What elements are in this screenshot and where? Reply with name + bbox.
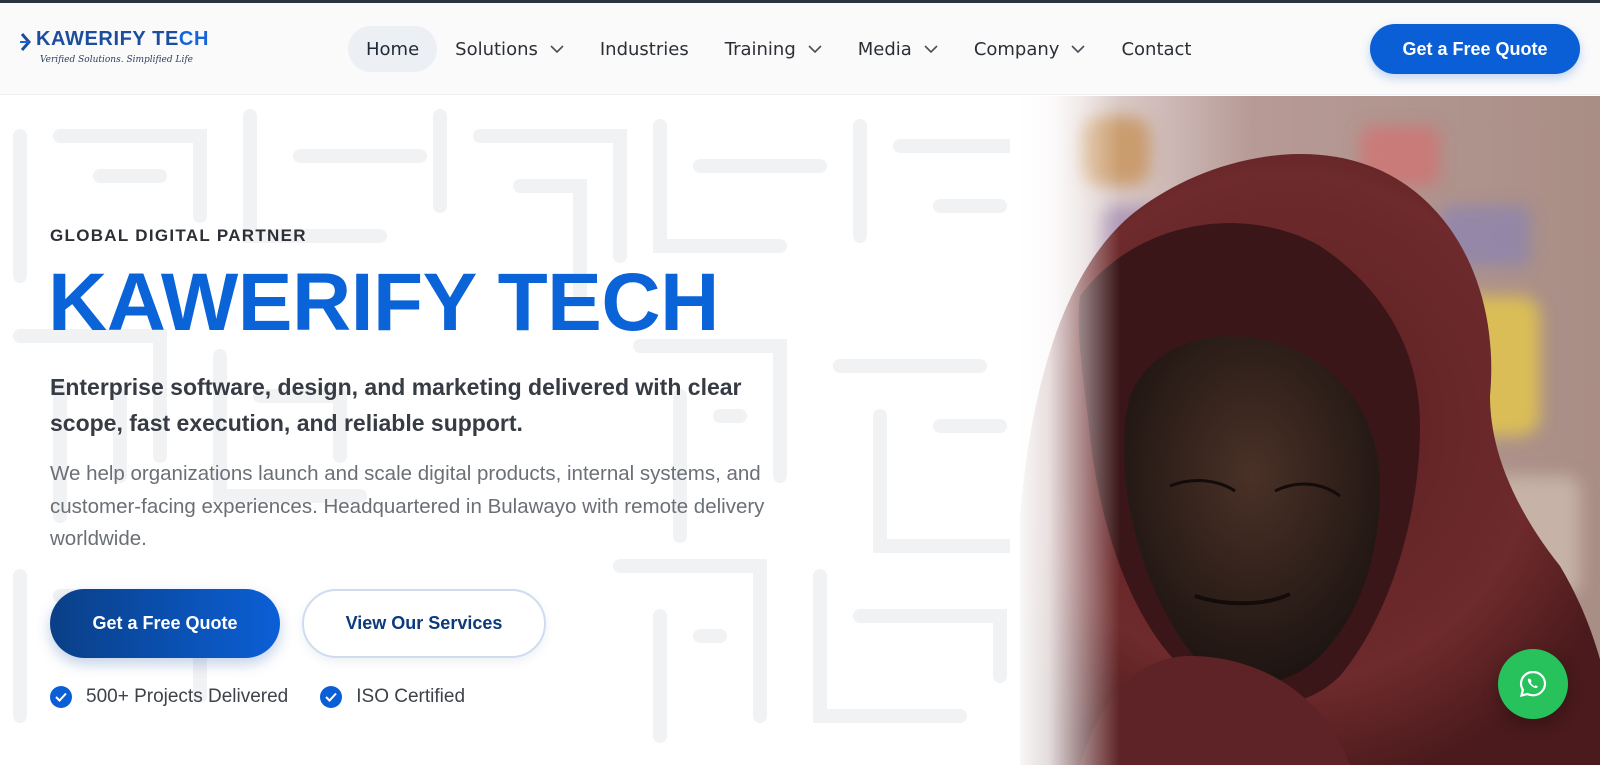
nav-label: Training [724,38,796,60]
chevron-down-icon [924,45,938,53]
get-quote-button[interactable]: Get a Free Quote [50,589,280,658]
brand-logo[interactable]: KAWERIFY TECH Verified Solutions. Simpli… [20,27,220,73]
nav-label: Solutions [455,38,538,60]
image-fade-overlay [1010,96,1120,765]
logo-wordmark: KAWERIFY TECH [36,28,210,50]
trust-badges: 500+ Projects Delivered ISO Certified [50,686,497,708]
nav-label: Company [973,38,1060,60]
check-circle-icon [320,686,343,708]
hero-eyebrow: GLOBAL DIGITAL PARTNER [50,226,307,245]
nav-label: Contact [1121,38,1192,60]
badge-projects: 500+ Projects Delivered [50,686,288,708]
nav-training[interactable]: Training [707,26,840,72]
site-header: KAWERIFY TECH Verified Solutions. Simpli… [0,3,1600,95]
whatsapp-icon [1519,670,1547,698]
badge-label: ISO Certified [356,686,466,707]
nav-label: Industries [599,38,689,60]
whatsapp-chat-button[interactable] [1498,649,1568,719]
nav-home[interactable]: Home [348,26,438,72]
nav-industries[interactable]: Industries [582,26,707,72]
hero-title: KAWERIFY TECH [48,257,719,348]
header-get-quote-button[interactable]: Get a Free Quote [1370,24,1580,74]
chevron-down-icon [808,45,822,53]
view-services-button[interactable]: View Our Services [302,589,546,658]
badge-label: 500+ Projects Delivered [86,686,289,707]
chevron-down-icon [550,45,564,53]
check-circle-icon [50,686,72,708]
hero-description: We help organizations launch and scale d… [50,462,765,550]
badge-iso: ISO Certified [320,686,465,708]
nav-label: Home [366,38,420,60]
hero-section: GLOBAL DIGITAL PARTNER KAWERIFY TECH Ent… [0,96,1600,765]
hero-subtitle: Enterprise software, design, and marketi… [50,374,742,436]
chevron-down-icon [1071,45,1086,53]
nav-company[interactable]: Company [956,26,1104,72]
logo-tagline: Verified Solutions. Simplified Life [40,55,193,65]
nav-label: Media [857,38,912,60]
main-nav: Home Solutions Industries Training Media… [348,25,1209,73]
nav-contact[interactable]: Contact [1103,26,1209,72]
nav-solutions[interactable]: Solutions [437,26,582,72]
nav-media[interactable]: Media [840,26,956,72]
